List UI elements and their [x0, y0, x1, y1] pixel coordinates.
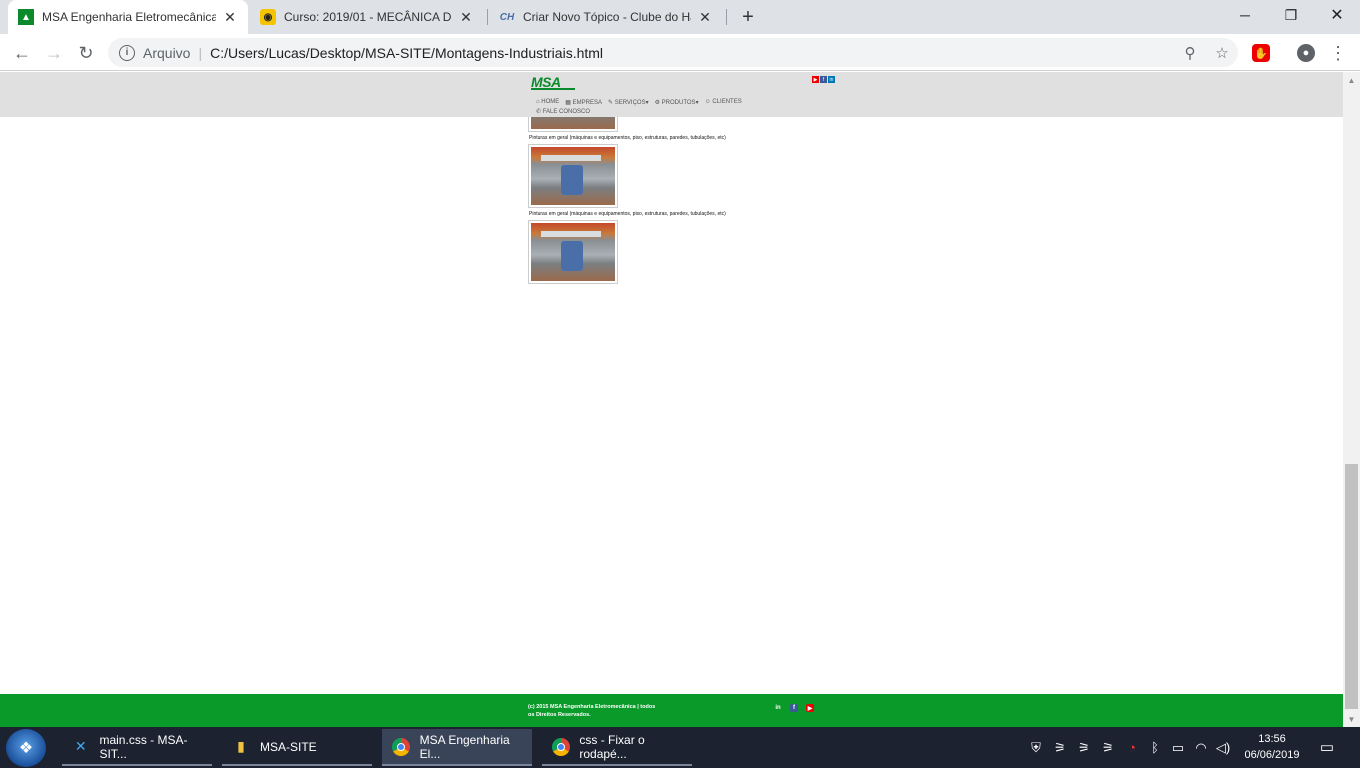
site-footer: (c) 2015 MSA Engenharia Eletromecânica |… — [0, 694, 1343, 727]
linkedin-icon[interactable]: in — [828, 76, 835, 83]
youtube-icon[interactable]: ▶ — [812, 76, 819, 83]
zoom-icon[interactable]: ⚲ — [1174, 44, 1206, 62]
tab-separator — [487, 9, 488, 25]
nav-home[interactable]: ⌂ HOME — [536, 99, 559, 106]
maximize-button[interactable]: ❐ — [1268, 0, 1314, 30]
clock-time: 13:56 — [1258, 733, 1286, 745]
close-window-button[interactable]: ✕ — [1314, 0, 1360, 30]
forward-button[interactable]: → — [40, 39, 68, 67]
photo-caption: Pinturas em geral (máquinas e equipament… — [529, 135, 726, 141]
vscode-icon: ✕ — [74, 738, 87, 754]
tab-curso[interactable]: ◉ Curso: 2019/01 - MECÂNICA DOS ✕ — [250, 0, 484, 34]
browser-toolbar: ← → ↻ i Arquivo | C:/Users/Lucas/Desktop… — [0, 34, 1360, 71]
clock-date: 06/06/2019 — [1244, 749, 1300, 761]
tab-title: Curso: 2019/01 - MECÂNICA DOS — [284, 10, 452, 24]
facebook-icon[interactable]: f — [820, 76, 827, 83]
taskbar: ❖ ✕ main.css - MSA-SIT... ▮ MSA-SITE MSA… — [0, 727, 1360, 768]
folder-icon: ▮ — [237, 738, 245, 754]
address-separator: | — [198, 44, 203, 61]
youtube-icon[interactable]: ▶ — [806, 704, 814, 712]
start-button[interactable]: ❖ — [6, 729, 46, 767]
nav-fale-conosco[interactable]: ✆ FALE CONOSCO — [536, 108, 590, 115]
network-drive-icon[interactable]: ⚞ — [1048, 740, 1072, 756]
adblock-extension-icon[interactable]: ✋ — [1247, 39, 1275, 67]
info-icon[interactable]: i — [119, 44, 135, 61]
system-tray: ⛨ ⚞ ⚞ ⚞ ◔ ᛒ ▭ ◠ ◁) — [1024, 727, 1234, 768]
address-url[interactable]: C:/Users/Lucas/Desktop/MSA-SITE/Montagen… — [210, 45, 603, 61]
notification-center-icon[interactable]: ▭ — [1316, 736, 1338, 758]
chrome-icon — [550, 736, 571, 758]
close-icon[interactable]: ✕ — [458, 9, 474, 25]
tab-msa-engenharia[interactable]: ▲ MSA Engenharia Eletromecânica ✕ — [8, 0, 248, 34]
taskbar-item-folder[interactable]: ▮ MSA-SITE — [222, 729, 372, 766]
reload-button[interactable]: ↻ — [72, 39, 100, 67]
battery-icon[interactable]: ▭ — [1166, 740, 1190, 756]
page-viewport: Pinturas em geral (máquinas e equipament… — [0, 72, 1343, 727]
facebook-icon[interactable]: f — [790, 704, 798, 712]
industrial-piping-photo — [531, 223, 615, 281]
tab-title: Criar Novo Tópico - Clube do Har — [523, 10, 691, 24]
industrial-piping-photo — [531, 147, 615, 205]
footer-social-icons: in f ▶ — [774, 704, 814, 712]
copyright-text: (c) 2015 MSA Engenharia Eletromecânica |… — [528, 704, 656, 718]
logo-underline — [531, 88, 575, 90]
bookmark-star-icon[interactable]: ☆ — [1206, 44, 1238, 62]
taskbar-item-label: main.css - MSA-SIT... — [99, 732, 188, 761]
msa-favicon-icon: ▲ — [18, 9, 34, 25]
photo-caption: Pinturas em geral (máquinas e equipament… — [529, 211, 726, 217]
minimize-button[interactable]: ─ — [1222, 0, 1268, 30]
taskbar-item-label: css - Fixar o rodapé... — [579, 732, 645, 761]
site-header: MSA ▶ f in ⌂ HOME ▦ EMPRESA ✎ SERVIÇOS▾ … — [0, 72, 1343, 117]
nav-clientes[interactable]: ☺ CLIENTES — [705, 99, 742, 106]
tab-separator — [726, 9, 727, 25]
taskbar-item-label: MSA-SITE — [260, 739, 317, 754]
scroll-down-arrow-icon[interactable]: ▼ — [1343, 711, 1360, 727]
gallery-photo[interactable] — [528, 144, 618, 208]
header-social-icons: ▶ f in — [812, 76, 835, 83]
clube-hardware-favicon-icon: CH — [499, 11, 515, 23]
taskbar-item-chrome-msa[interactable]: MSA Engenharia El... — [382, 729, 532, 766]
taskbar-item-chrome-css[interactable]: css - Fixar o rodapé... — [542, 729, 692, 766]
shield-icon[interactable]: ⛨ — [1024, 740, 1048, 756]
address-scheme-label: Arquivo — [143, 44, 191, 61]
profile-avatar-icon[interactable]: ● — [1292, 39, 1320, 67]
taskbar-item-vscode[interactable]: ✕ main.css - MSA-SIT... — [62, 729, 212, 766]
volume-icon[interactable]: ◁) — [1212, 740, 1234, 756]
close-icon[interactable]: ✕ — [697, 9, 713, 25]
new-tab-button[interactable]: + — [737, 6, 759, 28]
vertical-scrollbar[interactable]: ▲ ▼ — [1343, 72, 1360, 727]
menu-kebab-icon[interactable]: ⋮ — [1324, 39, 1352, 67]
nav-empresa[interactable]: ▦ EMPRESA — [565, 99, 602, 106]
tab-title: MSA Engenharia Eletromecânica — [42, 10, 216, 24]
main-nav: ⌂ HOME ▦ EMPRESA ✎ SERVIÇOS▾ ⚙ PRODUTOS▾… — [536, 99, 742, 106]
network-drive-icon[interactable]: ⚞ — [1072, 740, 1096, 756]
nav-servicos[interactable]: ✎ SERVIÇOS▾ — [608, 99, 649, 106]
moodle-favicon-icon: ◉ — [260, 9, 276, 25]
gallery-photo[interactable] — [528, 220, 618, 284]
linkedin-icon[interactable]: in — [774, 704, 782, 712]
network-drive-icon[interactable]: ⚞ — [1096, 740, 1120, 756]
close-icon[interactable]: ✕ — [222, 9, 238, 25]
tab-clube-hardware[interactable]: CH Criar Novo Tópico - Clube do Har ✕ — [489, 0, 723, 34]
taskbar-item-label: MSA Engenharia El... — [419, 732, 510, 761]
scroll-thumb[interactable] — [1345, 464, 1358, 709]
chrome-icon — [390, 736, 412, 758]
nav-produtos[interactable]: ⚙ PRODUTOS▾ — [655, 99, 699, 106]
antivirus-icon[interactable]: ◔ — [1120, 740, 1144, 755]
tab-strip: ▲ MSA Engenharia Eletromecânica ✕ ◉ Curs… — [0, 0, 1360, 34]
scroll-up-arrow-icon[interactable]: ▲ — [1343, 72, 1360, 88]
address-bar[interactable]: i Arquivo | C:/Users/Lucas/Desktop/MSA-S… — [108, 38, 1238, 67]
back-button[interactable]: ← — [8, 39, 36, 67]
bluetooth-icon[interactable]: ᛒ — [1144, 740, 1166, 755]
wifi-icon[interactable]: ◠ — [1190, 740, 1212, 756]
system-clock[interactable]: 13:56 06/06/2019 — [1240, 731, 1304, 763]
